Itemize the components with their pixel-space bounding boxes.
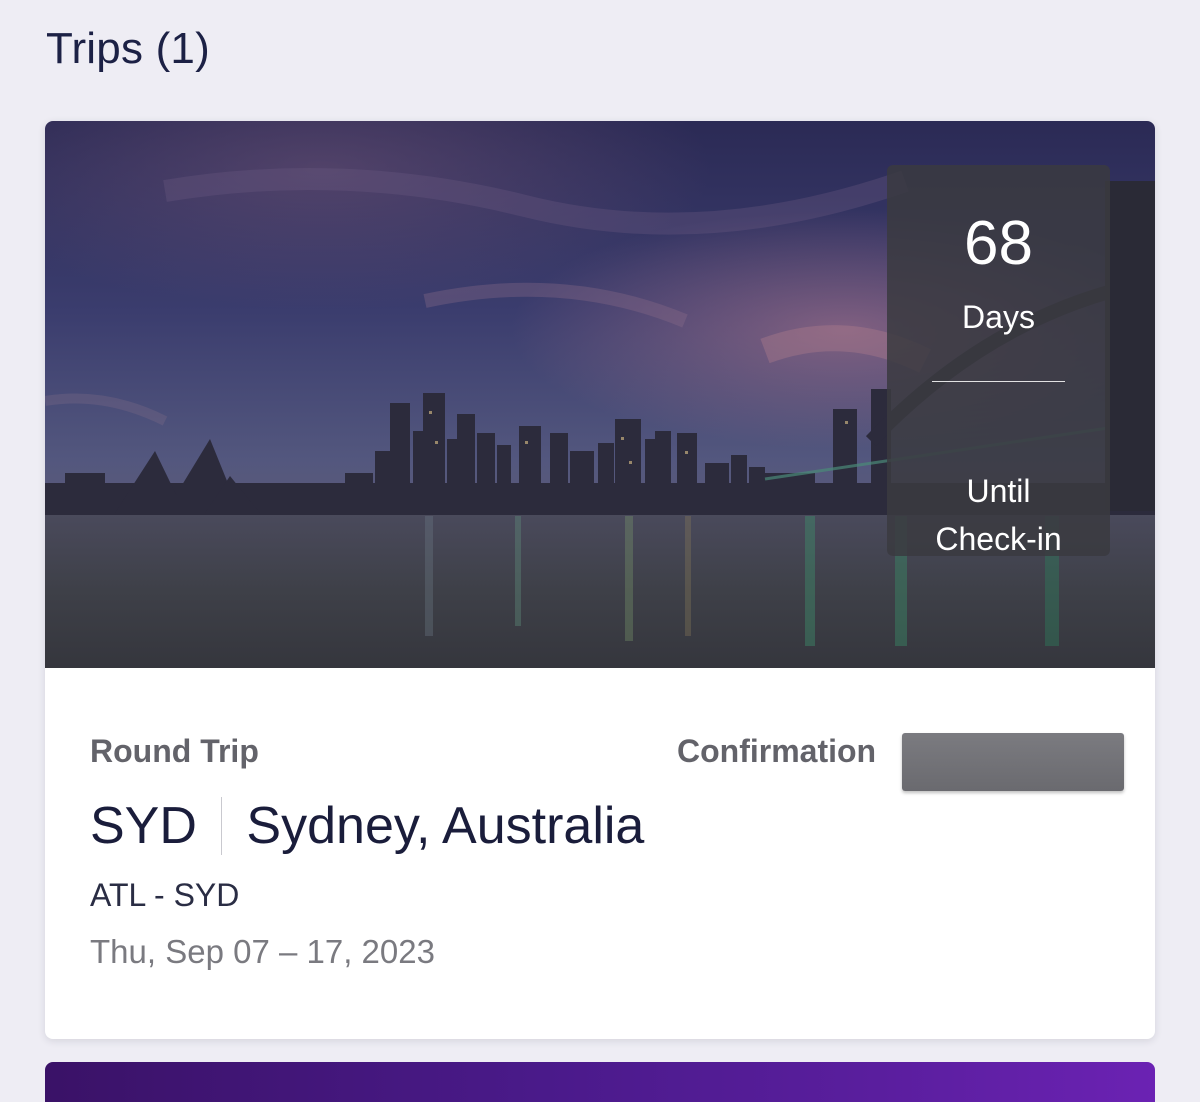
countdown-panel: 68 Days Until Check-in — [887, 165, 1110, 557]
destination-hero-image: 68 Days Until Check-in — [45, 121, 1155, 668]
destination-divider — [220, 797, 223, 855]
trip-card[interactable]: 68 Days Until Check-in Round Trip Confir… — [45, 121, 1155, 1039]
confirmation-number-redacted — [902, 733, 1124, 791]
countdown-caption-line2: Check-in — [935, 521, 1062, 557]
trip-type-label: Round Trip — [90, 733, 259, 769]
destination-name: Sydney, Australia — [246, 797, 645, 855]
page-title: Trips (1) — [46, 24, 210, 73]
countdown-unit: Days — [962, 299, 1035, 335]
countdown-number: 68 — [964, 209, 1033, 278]
countdown-caption-line1: Until — [966, 473, 1031, 509]
destination-code: SYD — [90, 797, 197, 855]
next-card-partial[interactable] — [45, 1062, 1155, 1102]
confirmation-label: Confirmation — [677, 733, 877, 769]
flight-route: ATL - SYD — [90, 877, 240, 913]
trip-dates: Thu, Sep 07 – 17, 2023 — [90, 933, 435, 970]
destination-row: SYD Sydney, Australia — [90, 791, 644, 861]
countdown-divider — [932, 381, 1065, 382]
